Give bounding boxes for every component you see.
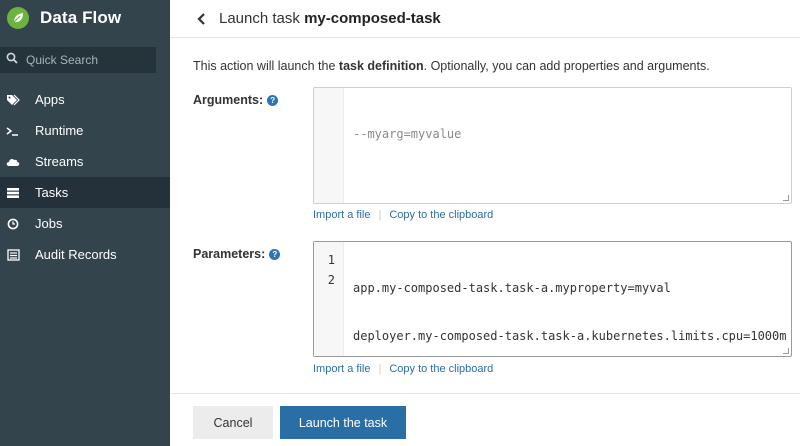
link-separator: |	[378, 363, 382, 375]
line-number: 2	[327, 273, 335, 287]
resize-handle[interactable]	[783, 348, 789, 354]
brand[interactable]: Data Flow	[0, 0, 170, 36]
help-icon[interactable]: ?	[267, 94, 279, 106]
intro-part2: . Optionally, you can add properties and…	[423, 59, 710, 73]
task-name: my-composed-task	[304, 10, 441, 27]
parameters-gutter: 1 2	[314, 242, 344, 356]
parameters-editor[interactable]: 1 2 app.my-composed-task.task-a.myproper…	[313, 241, 792, 357]
arguments-gutter	[314, 88, 344, 203]
parameters-label-text: Parameters:	[193, 247, 266, 261]
sidebar-item-runtime[interactable]: Runtime	[0, 115, 170, 146]
sidebar-item-streams[interactable]: Streams	[0, 146, 170, 177]
sidebar-item-apps[interactable]: Apps	[0, 84, 170, 115]
parameters-import-file-link[interactable]: Import a file	[313, 363, 370, 375]
brand-title: Data Flow	[40, 8, 122, 27]
arguments-placeholder: --myarg=myvalue	[353, 127, 462, 141]
launch-task-button[interactable]: Launch the task	[280, 406, 406, 439]
arguments-import-file-link[interactable]: Import a file	[313, 209, 370, 221]
intro-part1: This action will launch the	[193, 59, 339, 73]
page-title: Launch task my-composed-task	[219, 10, 441, 27]
arguments-label-text: Arguments:	[193, 93, 264, 107]
parameters-label: Parameters: ?	[193, 247, 281, 261]
clock-icon	[6, 217, 20, 231]
sidebar: Data Flow Apps Runtime Streams	[0, 0, 170, 446]
resize-handle[interactable]	[783, 195, 789, 201]
sidebar-item-tasks[interactable]: Tasks	[0, 177, 170, 208]
divider	[170, 393, 800, 394]
arguments-links: Import a file | Copy to the clipboard	[313, 209, 493, 221]
code-line: app.my-composed-task.task-a.myproperty=m…	[353, 281, 671, 295]
arguments-label: Arguments: ?	[193, 93, 279, 107]
parameters-copy-link[interactable]: Copy to the clipboard	[389, 363, 493, 375]
tags-icon	[6, 93, 20, 107]
search-icon	[6, 51, 18, 69]
parameters-links: Import a file | Copy to the clipboard	[313, 363, 493, 375]
sidebar-item-jobs[interactable]: Jobs	[0, 208, 170, 239]
cancel-button[interactable]: Cancel	[193, 406, 273, 439]
parameters-code[interactable]: app.my-composed-task.task-a.myproperty=m…	[344, 242, 791, 356]
intro-text: This action will launch the task definit…	[193, 59, 710, 73]
line-number: 1	[327, 253, 335, 267]
arguments-editor[interactable]: --myarg=myvalue	[313, 87, 792, 204]
code-line: deployer.my-composed-task.task-a.kuberne…	[353, 329, 787, 343]
list-icon	[6, 248, 20, 262]
link-separator: |	[378, 209, 382, 221]
spring-leaf-icon	[7, 7, 29, 29]
chevron-left-icon[interactable]	[195, 12, 209, 26]
sidebar-item-audit-records[interactable]: Audit Records	[0, 239, 170, 270]
quick-search[interactable]	[0, 47, 156, 73]
help-icon[interactable]: ?	[269, 248, 281, 260]
terminal-icon	[6, 124, 20, 138]
arguments-code[interactable]: --myarg=myvalue	[344, 88, 791, 203]
sidebar-nav: Apps Runtime Streams Tasks Jobs Audit Re…	[0, 84, 170, 270]
page-title-prefix: Launch task	[219, 10, 300, 27]
intro-bold: task definition	[338, 59, 424, 73]
cloud-icon	[6, 155, 20, 169]
search-input[interactable]	[26, 53, 146, 67]
server-icon	[6, 186, 20, 200]
page-header: Launch task my-composed-task	[170, 0, 800, 38]
arguments-copy-link[interactable]: Copy to the clipboard	[389, 209, 493, 221]
